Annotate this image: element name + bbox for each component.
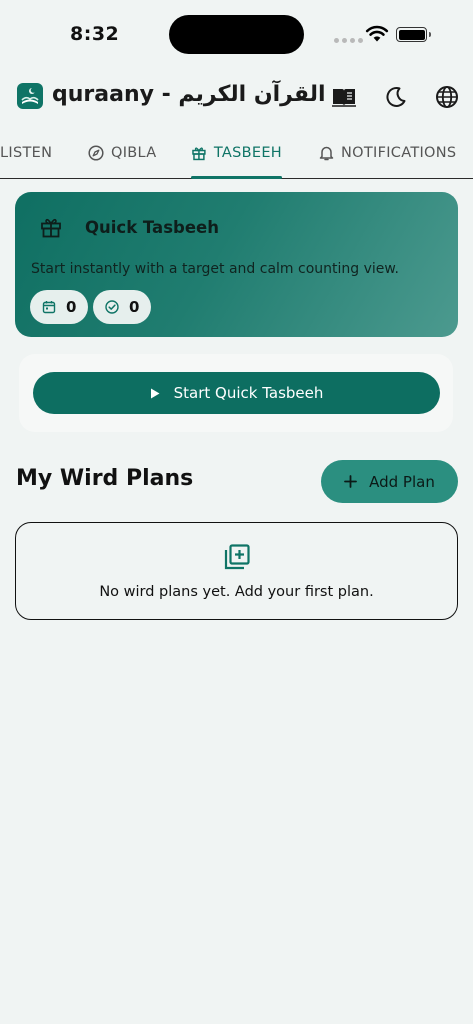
book-icon[interactable] <box>331 84 357 110</box>
quick-tasbeeh-title: Quick Tasbeeh <box>85 218 219 237</box>
today-count: 0 <box>66 298 77 316</box>
gift-icon <box>41 218 61 238</box>
check-circle-icon <box>105 300 119 314</box>
tab-label: LISTEN <box>0 145 53 161</box>
globe-icon[interactable] <box>434 84 460 110</box>
gift-icon <box>192 147 206 161</box>
tab-qibla[interactable]: QIBLA <box>88 128 156 178</box>
calendar-icon <box>42 301 56 314</box>
battery-icon <box>396 27 431 42</box>
today-count-chip: 0 <box>30 290 89 324</box>
app-title: quraany - القرآن الكريم <box>52 82 326 107</box>
compass-icon <box>88 145 104 161</box>
tab-label: QIBLA <box>111 145 157 161</box>
cellular-signal-icon <box>334 38 363 43</box>
play-icon <box>150 388 160 398</box>
empty-plans-state: No wird plans yet. Add your first plan. <box>15 522 458 620</box>
tab-label: TASBEEH <box>213 145 282 161</box>
bell-icon <box>319 146 334 161</box>
status-bar: 8:32 <box>0 0 473 70</box>
wird-plans-title: My Wird Plans <box>16 466 194 491</box>
start-button-label: Start Quick Tasbeeh <box>173 384 324 402</box>
status-time: 8:32 <box>70 23 120 45</box>
wifi-icon <box>365 25 389 42</box>
active-tab-indicator <box>191 176 282 179</box>
start-tasbeeh-container: Start Quick Tasbeeh <box>19 354 453 432</box>
add-plan-label: Add Plan <box>369 472 435 491</box>
moon-icon[interactable] <box>383 84 409 110</box>
app-header: quraany - القرآن الكريم <box>0 80 473 120</box>
tab-notifications[interactable]: NOTIFICATIONS <box>319 128 456 178</box>
quick-tasbeeh-card: Quick Tasbeeh Start instantly with a tar… <box>15 192 458 337</box>
library-add-icon <box>224 544 250 570</box>
tab-listen[interactable]: LISTEN <box>0 128 52 178</box>
quick-tasbeeh-description: Start instantly with a target and calm c… <box>31 261 400 277</box>
completed-count-chip: 0 <box>93 290 152 324</box>
tab-tasbeeh[interactable]: TASBEEH <box>191 128 282 179</box>
dynamic-island <box>169 15 304 54</box>
app-logo <box>17 83 43 109</box>
tab-bar: LISTEN QIBLA TASBEEH NOTIFICATIONS <box>0 128 473 179</box>
tab-label: NOTIFICATIONS <box>341 145 457 161</box>
add-plan-button[interactable]: Add Plan <box>321 460 458 503</box>
plus-icon <box>344 475 358 488</box>
empty-plans-text: No wird plans yet. Add your first plan. <box>99 584 374 600</box>
completed-count: 0 <box>129 298 140 316</box>
start-quick-tasbeeh-button[interactable]: Start Quick Tasbeeh <box>33 372 440 414</box>
